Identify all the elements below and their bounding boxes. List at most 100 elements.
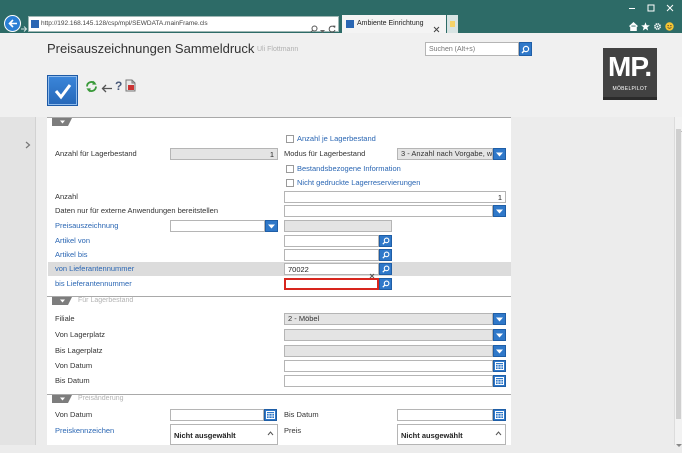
von-datum-calendar-button[interactable] [493, 360, 506, 372]
artikel-von-search-button[interactable] [379, 235, 392, 247]
bis-lieferantennummer-label[interactable]: bis Lieferantennummer [55, 278, 132, 290]
anzahl-je-lagerbestand-checkbox[interactable] [286, 135, 294, 143]
bestandsbezogene-information-label[interactable]: Bestandsbezogene Information [297, 163, 401, 175]
filiale-label: Filiale [55, 314, 75, 323]
new-tab-button[interactable] [447, 15, 458, 33]
back-arrow-icon [101, 84, 112, 93]
document-button[interactable] [125, 79, 136, 97]
chevron-right-icon[interactable] [25, 136, 31, 154]
refresh-button[interactable] [85, 80, 98, 98]
calendar-icon [266, 411, 275, 419]
daten-extern-select[interactable] [284, 205, 493, 217]
search-button[interactable] [519, 42, 532, 56]
bis-lagerplatz-select[interactable] [284, 345, 493, 357]
chevron-down-icon [59, 397, 65, 401]
preis-label: Preis [284, 426, 302, 435]
bis-lieferantennummer-field[interactable] [284, 278, 379, 290]
site-favicon-icon [31, 20, 39, 28]
forward-arrow-icon[interactable] [21, 20, 28, 32]
nicht-gedruckte-lagerreservierungen-label[interactable]: Nicht gedruckte Lagerreservierungen [297, 177, 420, 189]
daten-extern-label: Daten nur für externe Anwendungen bereit… [55, 206, 219, 215]
calendar-icon [495, 411, 504, 419]
von-lieferantennummer-search-button[interactable] [379, 263, 392, 275]
logo: MP. MÖBELPILOT [603, 48, 657, 100]
window-close-icon[interactable] [664, 1, 676, 13]
anzahl-label: Anzahl [55, 192, 78, 201]
filiale-select[interactable]: 2 - Möbel [284, 313, 493, 325]
preis-listbox[interactable]: Nicht ausgewählt [397, 424, 506, 445]
section-divider [47, 117, 511, 118]
scroll-up-icon[interactable] [495, 429, 502, 438]
von-lieferantennummer-label[interactable]: von Lieferantennummer [55, 263, 134, 275]
modus-fuer-lagerbestand-label: Modus für Lagerbestand [284, 149, 366, 158]
logo-subtext: MÖBELPILOT [612, 86, 648, 92]
calendar-icon [495, 377, 504, 385]
bis-lieferantennummer-search-button[interactable] [379, 278, 392, 290]
von-lieferantennummer-field[interactable] [284, 263, 379, 275]
confirm-check-icon [54, 83, 71, 99]
maximize-icon[interactable] [645, 1, 657, 13]
page-title: Preisauszeichnungen Sammeldruck [47, 41, 255, 56]
calendar-icon [495, 362, 504, 370]
preiskennzeichen-listbox[interactable]: Nicht ausgewählt [170, 424, 278, 445]
preis-von-datum-label: Von Datum [55, 410, 93, 419]
filiale-dropdown-button[interactable] [493, 313, 506, 325]
back-button[interactable] [101, 81, 113, 99]
vertical-scrollbar[interactable] [674, 117, 682, 447]
bis-lagerplatz-dropdown-button[interactable] [493, 345, 506, 357]
list-item[interactable]: Nicht ausgewählt [174, 431, 236, 440]
address-url: http://192.168.145.128/csp/mpl/SEWDATA.m… [41, 20, 208, 27]
modus-fuer-lagerbestand-select[interactable]: 3 - Anzahl nach Vorgabe, wen [397, 148, 493, 160]
preis-bis-datum-field[interactable] [397, 409, 493, 421]
chevron-down-icon [59, 299, 65, 303]
von-datum-label: Von Datum [55, 361, 93, 370]
bis-lagerplatz-label: Bis Lagerplatz [55, 346, 103, 355]
help-icon[interactable]: ? [115, 79, 122, 93]
scroll-thumb[interactable] [676, 129, 681, 419]
anzahl-je-lagerbestand-label[interactable]: Anzahl je Lagerbestand [297, 133, 376, 145]
browser-tab-active[interactable]: Ambiente Einrichtung [342, 15, 446, 33]
user-name: Uli Flottmann [257, 46, 299, 53]
document-icon [125, 79, 136, 92]
artikel-von-field[interactable] [284, 235, 379, 247]
search-icon [381, 265, 389, 273]
modus-dropdown-button[interactable] [493, 148, 506, 160]
anzahl-field[interactable] [284, 191, 506, 203]
bestandsbezogene-information-checkbox[interactable] [286, 165, 294, 173]
section-title: Für Lagerbestand [78, 297, 134, 304]
preis-bis-datum-calendar-button[interactable] [493, 409, 506, 421]
daten-extern-dropdown-button[interactable] [493, 205, 506, 217]
artikel-bis-field[interactable] [284, 249, 379, 261]
tab-favicon-icon [346, 20, 354, 28]
refresh-icon [86, 80, 97, 93]
search-icon [521, 45, 530, 53]
bis-datum-calendar-button[interactable] [493, 375, 506, 387]
preisauszeichnung-select[interactable] [170, 220, 265, 232]
preiskennzeichen-label[interactable]: Preiskennzeichen [55, 425, 114, 437]
nicht-gedruckte-lagerreservierungen-checkbox[interactable] [286, 179, 294, 187]
preis-von-datum-field[interactable] [170, 409, 264, 421]
artikel-bis-label[interactable]: Artikel bis [55, 249, 88, 261]
preisauszeichnung-dropdown-button[interactable] [265, 220, 278, 232]
search-input[interactable] [425, 42, 519, 56]
list-item[interactable]: Nicht ausgewählt [401, 431, 463, 440]
scroll-down-icon[interactable] [676, 435, 682, 453]
bis-datum-field[interactable] [284, 375, 493, 387]
chevron-down-icon [268, 224, 275, 228]
preis-von-datum-calendar-button[interactable] [264, 409, 277, 421]
von-lagerplatz-dropdown-button[interactable] [493, 329, 506, 341]
side-panel-collapsed [0, 117, 36, 445]
von-lagerplatz-select[interactable] [284, 329, 493, 341]
artikel-bis-search-button[interactable] [379, 249, 392, 261]
address-bar[interactable]: http://192.168.145.128/csp/mpl/SEWDATA.m… [28, 16, 339, 33]
preisauszeichnung-label[interactable]: Preisauszeichnung [55, 220, 118, 232]
scroll-up-icon[interactable] [267, 429, 274, 438]
back-arrow-icon[interactable] [4, 15, 21, 32]
preis-bis-datum-label: Bis Datum [284, 410, 319, 419]
artikel-von-label[interactable]: Artikel von [55, 235, 90, 247]
chevron-down-icon [496, 317, 503, 321]
minimize-icon[interactable] [626, 1, 638, 13]
chevron-down-icon [496, 152, 503, 156]
confirm-button[interactable] [47, 75, 78, 106]
von-datum-field[interactable] [284, 360, 493, 372]
